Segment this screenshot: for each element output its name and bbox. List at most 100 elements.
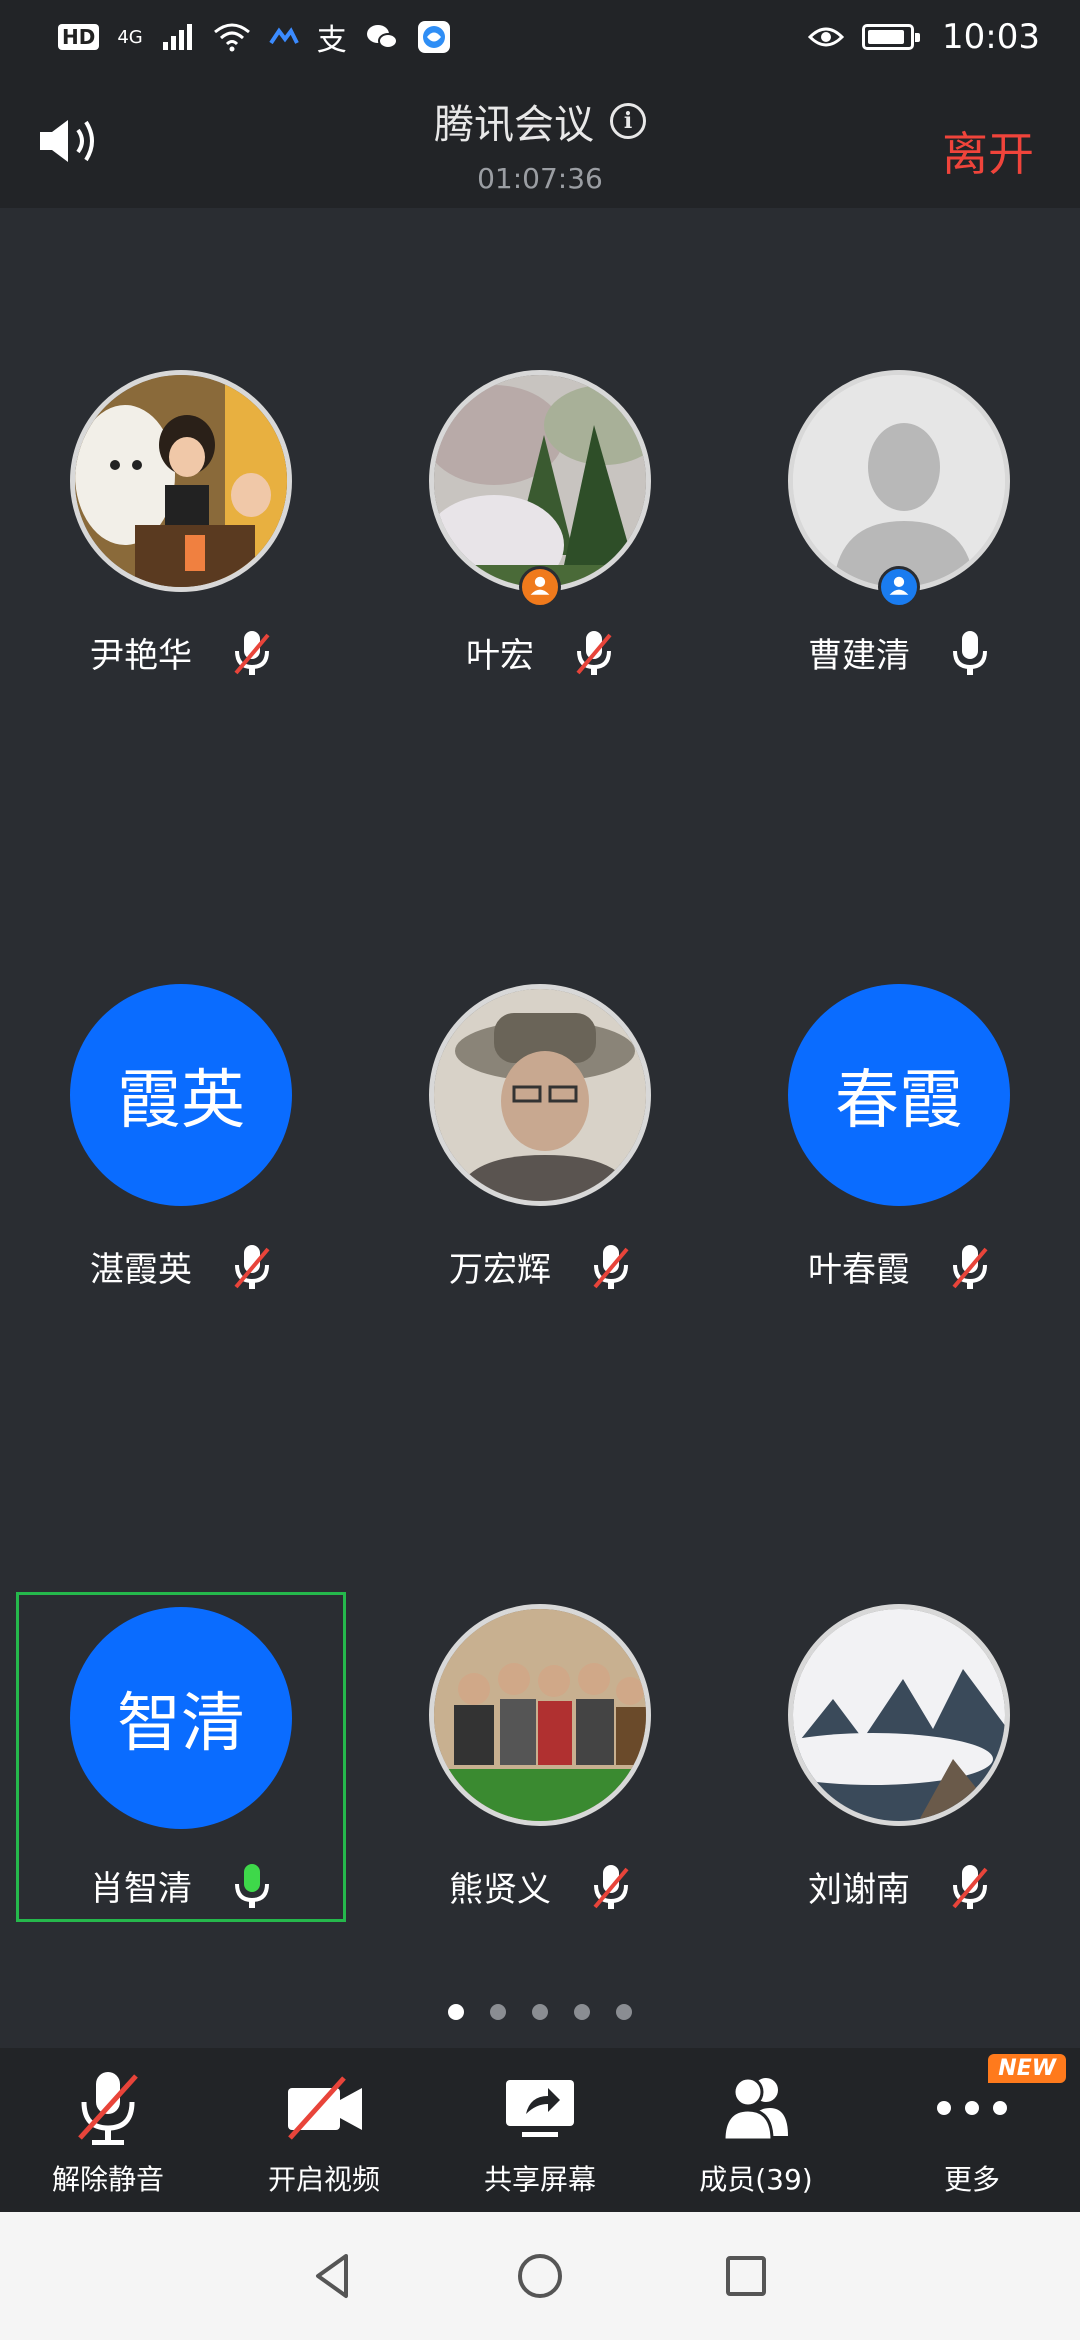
avatar (788, 370, 1010, 592)
photo-man-hat (434, 989, 646, 1201)
recents-square-icon (726, 2256, 766, 2296)
info-icon[interactable]: i (610, 103, 646, 139)
network-type: 4G (117, 26, 143, 48)
participant-tile[interactable]: 熊贤义 (375, 1604, 705, 1934)
participant-name: 万宏辉 (449, 1250, 551, 1290)
participant-name: 熊贤义 (449, 1870, 551, 1910)
page-dot[interactable] (532, 2004, 548, 2020)
mic-muted-icon (593, 1864, 629, 1909)
participant-info: 万宏辉 (375, 1242, 705, 1291)
recents-button[interactable] (718, 2248, 774, 2304)
home-circle-icon (518, 2254, 562, 2298)
participant-name: 叶春霞 (808, 1250, 910, 1290)
wechat-icon (366, 25, 398, 49)
status-right: 10:03 (808, 17, 1040, 57)
host-badge (519, 566, 561, 608)
avatar (429, 984, 651, 1206)
participant-name: 尹艳华 (90, 636, 192, 676)
avatar (429, 1604, 651, 1826)
unmute-button[interactable]: 解除静音 (0, 2048, 216, 2212)
avatar (429, 370, 651, 592)
participant-info: 熊贤义 (375, 1862, 705, 1911)
share-screen-button[interactable]: 共享屏幕 (432, 2048, 648, 2212)
mic-muted-icon (234, 630, 270, 675)
participant-info: 刘谢南 (734, 1862, 1064, 1911)
participant-info: 叶宏 (375, 628, 705, 677)
user-icon (889, 576, 909, 595)
start-video-label: 开启视频 (267, 2163, 380, 2196)
battery-icon (862, 24, 921, 50)
hd-badge: HD (58, 24, 100, 50)
meeting-toolbar: 解除静音 开启视频 共享屏幕 成员(39) 更多 NEW (0, 2048, 1080, 2212)
participant-info: 曹建清 (734, 628, 1064, 677)
start-video-button[interactable]: 开启视频 (216, 2048, 432, 2212)
avatar (70, 370, 292, 592)
system-nav-bar (0, 2212, 1080, 2340)
members-label: 成员(39) (699, 2163, 813, 2196)
mic-muted-icon (576, 630, 612, 675)
photo-mountain-mist (793, 1609, 1005, 1821)
participant-name: 湛霞英 (90, 1250, 192, 1290)
leave-button[interactable]: 离开 (942, 118, 1034, 184)
mic-muted-icon (78, 2072, 138, 2145)
user-icon (530, 576, 550, 595)
participant-name: 曹建清 (808, 636, 910, 676)
status-left: HD 4G 支 (58, 15, 451, 59)
photo-children-dog (75, 375, 287, 587)
alipay-icon: 支 (316, 23, 347, 58)
participant-tile[interactable]: 叶宏 (375, 370, 705, 700)
participant-tile[interactable]: 曹建清 (734, 370, 1064, 700)
signal-icon (162, 24, 192, 50)
share-screen-icon (506, 2080, 574, 2137)
participant-tile[interactable]: 春霞 叶春霞 (734, 984, 1064, 1314)
participant-name: 刘谢南 (808, 1870, 910, 1910)
home-button[interactable] (512, 2248, 568, 2304)
participant-tile-active-speaker[interactable]: 智清 肖智清 (16, 1592, 346, 1922)
page-indicator (0, 2004, 1080, 2020)
wifi-icon (213, 23, 250, 52)
meeting-header: 腾讯会议 i 01:07:36 离开 (0, 74, 1080, 208)
participant-tile[interactable]: 霞英 湛霞英 (16, 984, 346, 1314)
meeting-title-text: 腾讯会议 (434, 102, 594, 148)
share-screen-label: 共享屏幕 (483, 2163, 596, 2196)
back-button[interactable] (306, 2248, 362, 2304)
participant-tile[interactable]: 尹艳华 (16, 370, 346, 700)
photo-blossom-trees (434, 375, 646, 587)
eye-icon (808, 27, 845, 47)
meeting-duration: 01:07:36 (477, 162, 603, 195)
more-button[interactable]: 更多 NEW (864, 2048, 1080, 2212)
title-block: 腾讯会议 i 01:07:36 (0, 92, 1080, 195)
participant-info: 尹艳华 (16, 628, 346, 677)
mic-muted-icon (234, 1244, 270, 1289)
participant-tile[interactable]: 刘谢南 (734, 1604, 1064, 1934)
page-dot[interactable] (616, 2004, 632, 2020)
more-label: 更多 (943, 2163, 1000, 2196)
avatar-initials: 霞英 (70, 984, 292, 1206)
new-badge: NEW (988, 2054, 1066, 2083)
cloud-app-icon (269, 27, 299, 45)
status-time: 10:03 (942, 17, 1040, 57)
participant-info: 叶春霞 (734, 1242, 1064, 1291)
participant-info: 湛霞英 (16, 1242, 346, 1291)
mic-speaking-icon (235, 1863, 269, 1908)
video-off-icon (288, 2076, 362, 2140)
status-bar: HD 4G 支 10:03 (0, 0, 1080, 74)
meeting-title[interactable]: 腾讯会议 i (434, 92, 646, 150)
browser-app-icon (417, 21, 450, 53)
cohost-badge (878, 566, 920, 608)
participant-name: 叶宏 (466, 636, 534, 676)
unmute-label: 解除静音 (51, 2163, 164, 2196)
back-triangle-icon (316, 2254, 348, 2298)
page-dot[interactable] (574, 2004, 590, 2020)
avatar-initials: 智清 (70, 1607, 292, 1829)
participant-name: 肖智清 (90, 1869, 192, 1909)
page-dot[interactable] (448, 2004, 464, 2020)
mic-muted-icon (952, 1244, 988, 1289)
page-dot[interactable] (490, 2004, 506, 2020)
participant-grid: 尹艳华 叶宏 曹建清 霞英 湛霞英 万宏辉 春霞 叶春霞 智清 肖智清 熊贤义 … (0, 208, 1080, 2048)
members-button[interactable]: 成员(39) (648, 2048, 864, 2212)
participant-info: 肖智清 (19, 1861, 343, 1910)
avatar (788, 1604, 1010, 1826)
participant-tile[interactable]: 万宏辉 (375, 984, 705, 1314)
mic-muted-icon (593, 1244, 629, 1289)
